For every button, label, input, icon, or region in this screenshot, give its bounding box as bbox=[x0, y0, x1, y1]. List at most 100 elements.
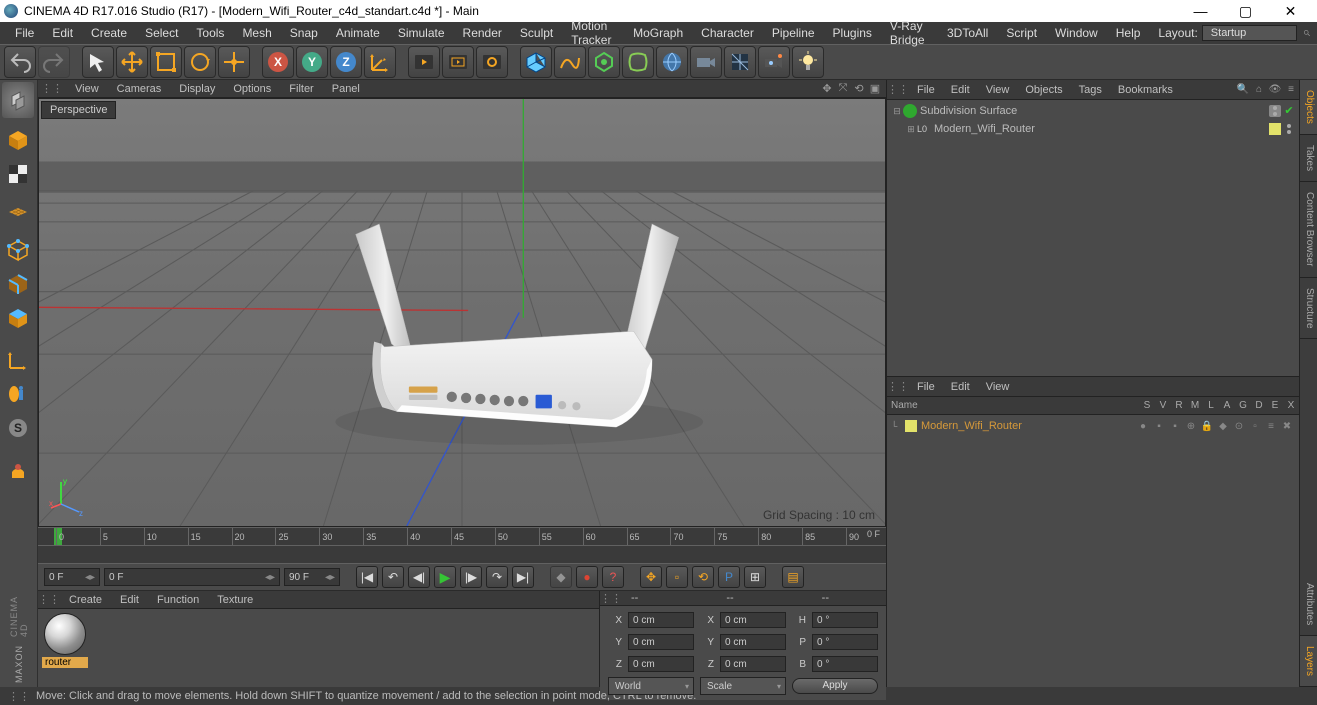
coord-system-tool[interactable] bbox=[364, 46, 396, 78]
vray-light-button[interactable] bbox=[792, 46, 824, 78]
menu-vray[interactable]: V-Ray Bridge bbox=[881, 17, 938, 49]
key-help-button[interactable]: ? bbox=[602, 566, 624, 588]
layer-toggle-a[interactable]: ◆ bbox=[1215, 421, 1231, 432]
goto-start-button[interactable]: |◀ bbox=[356, 566, 378, 588]
pos-x-field[interactable]: 0 cm bbox=[628, 612, 694, 628]
menu-mograph[interactable]: MoGraph bbox=[624, 24, 692, 42]
layer-toggle-m[interactable]: ⊕ bbox=[1183, 421, 1199, 432]
grip-icon[interactable]: ⋮⋮ bbox=[887, 380, 909, 393]
layer-toggle-d[interactable]: ▫ bbox=[1247, 421, 1263, 432]
layer-toggle-l[interactable]: 🔒 bbox=[1199, 421, 1215, 432]
prev-frame-button[interactable]: ◀| bbox=[408, 566, 430, 588]
layer-menu-file[interactable]: File bbox=[909, 380, 943, 394]
rotate-tool[interactable] bbox=[184, 46, 216, 78]
rot-p-field[interactable]: 0 ° bbox=[812, 634, 878, 650]
record-key-button[interactable]: ◆ bbox=[550, 566, 572, 588]
rot-b-field[interactable]: 0 ° bbox=[812, 656, 878, 672]
menu-select[interactable]: Select bbox=[136, 24, 187, 42]
vp-menu-options[interactable]: Options bbox=[224, 82, 280, 96]
tab-objects[interactable]: Objects bbox=[1300, 80, 1317, 135]
layer-col-e[interactable]: E bbox=[1267, 400, 1283, 411]
goto-end-button[interactable]: ▶| bbox=[512, 566, 534, 588]
menu-edit[interactable]: Edit bbox=[43, 24, 82, 42]
layer-toggle-s[interactable]: ● bbox=[1135, 421, 1151, 432]
object-name[interactable]: Modern_Wifi_Router bbox=[934, 123, 1269, 135]
menu-script[interactable]: Script bbox=[997, 24, 1046, 42]
layer-col-d[interactable]: D bbox=[1251, 400, 1267, 411]
points-mode-button[interactable] bbox=[2, 234, 34, 266]
expand-icon[interactable]: ⊞ bbox=[905, 124, 917, 135]
redo-button[interactable] bbox=[38, 46, 70, 78]
z-axis-lock[interactable]: Z bbox=[330, 46, 362, 78]
last-tool[interactable] bbox=[218, 46, 250, 78]
layer-expand-icon[interactable]: └ bbox=[891, 421, 905, 431]
menu-simulate[interactable]: Simulate bbox=[389, 24, 454, 42]
pos-z-field[interactable]: 0 cm bbox=[628, 656, 694, 672]
add-light-button[interactable] bbox=[724, 46, 756, 78]
tab-structure[interactable]: Structure bbox=[1300, 278, 1317, 340]
menu-mesh[interactable]: Mesh bbox=[233, 24, 280, 42]
layer-swatch-icon[interactable] bbox=[1269, 123, 1281, 135]
layer-menu-view[interactable]: View bbox=[978, 380, 1018, 394]
tab-layers[interactable]: Layers bbox=[1300, 636, 1317, 687]
object-name[interactable]: Subdivision Surface bbox=[920, 105, 1269, 117]
maximize-button[interactable]: ▢ bbox=[1223, 0, 1268, 22]
vp-menu-display[interactable]: Display bbox=[170, 82, 224, 96]
render-settings-button[interactable] bbox=[476, 46, 508, 78]
search-icon[interactable]: 🔍 bbox=[1235, 84, 1251, 95]
layer-color-swatch[interactable] bbox=[905, 420, 917, 432]
key-pla-button[interactable]: ⊞ bbox=[744, 566, 766, 588]
visibility-dots-icon[interactable] bbox=[1283, 123, 1295, 135]
material-item[interactable]: router bbox=[42, 613, 88, 683]
vray-camera-button[interactable] bbox=[758, 46, 790, 78]
layer-name[interactable]: Modern_Wifi_Router bbox=[921, 420, 1135, 432]
timeline-ruler[interactable]: 0 F 051015202530354045505560657075808590 bbox=[38, 527, 886, 545]
menu-file[interactable]: File bbox=[6, 24, 43, 42]
layer-col-v[interactable]: V bbox=[1155, 400, 1171, 411]
grip-icon[interactable]: ⋮⋮ bbox=[887, 83, 909, 96]
menu-animate[interactable]: Animate bbox=[327, 24, 389, 42]
menu-pipeline[interactable]: Pipeline bbox=[763, 24, 824, 42]
autokey-button[interactable]: ● bbox=[576, 566, 598, 588]
add-camera-button[interactable] bbox=[690, 46, 722, 78]
visibility-dots-icon[interactable] bbox=[1269, 105, 1281, 117]
key-rot-button[interactable]: ⟲ bbox=[692, 566, 714, 588]
workplane-mode-button[interactable] bbox=[2, 192, 34, 224]
render-check-icon[interactable]: ✔ bbox=[1283, 105, 1295, 117]
viewport-solo-button[interactable] bbox=[2, 378, 34, 410]
search-icon[interactable] bbox=[1303, 26, 1311, 40]
menu-snap[interactable]: Snap bbox=[281, 24, 327, 42]
layer-col-g[interactable]: G bbox=[1235, 400, 1251, 411]
tab-content-browser[interactable]: Content Browser bbox=[1300, 182, 1317, 277]
add-environment-button[interactable] bbox=[656, 46, 688, 78]
add-deformer-button[interactable] bbox=[622, 46, 654, 78]
menu-character[interactable]: Character bbox=[692, 24, 763, 42]
layer-toggle-r[interactable]: ▪ bbox=[1167, 421, 1183, 432]
size-x-field[interactable]: 0 cm bbox=[720, 612, 786, 628]
filter-icon[interactable]: ≡ bbox=[1283, 84, 1299, 95]
frame-slider[interactable]: 0 F◂▸ bbox=[104, 568, 280, 586]
live-select-tool[interactable] bbox=[82, 46, 114, 78]
timeline-ruler-2[interactable] bbox=[38, 545, 886, 563]
vp-zoom-icon[interactable]: ⤧ bbox=[836, 82, 850, 95]
menu-window[interactable]: Window bbox=[1046, 24, 1107, 42]
vp-pan-icon[interactable]: ✥ bbox=[820, 82, 834, 95]
obj-menu-edit[interactable]: Edit bbox=[943, 83, 978, 97]
layer-col-a[interactable]: A bbox=[1219, 400, 1235, 411]
eye-icon[interactable]: 👁 bbox=[1267, 84, 1283, 95]
size-y-field[interactable]: 0 cm bbox=[720, 634, 786, 650]
menu-tools[interactable]: Tools bbox=[187, 24, 233, 42]
render-view-button[interactable] bbox=[408, 46, 440, 78]
vp-menu-filter[interactable]: Filter bbox=[280, 82, 322, 96]
grip-icon[interactable]: ⋮⋮ bbox=[38, 593, 60, 606]
layer-toggle-g[interactable]: ⊙ bbox=[1231, 421, 1247, 432]
x-axis-lock[interactable]: X bbox=[262, 46, 294, 78]
key-scale-button[interactable]: ▫ bbox=[666, 566, 688, 588]
frame-start-field[interactable]: 0 F◂▸ bbox=[44, 568, 100, 586]
obj-menu-tags[interactable]: Tags bbox=[1071, 83, 1110, 97]
size-z-field[interactable]: 0 cm bbox=[720, 656, 786, 672]
play-button[interactable]: ▶ bbox=[434, 566, 456, 588]
tab-attributes[interactable]: Attributes bbox=[1300, 573, 1317, 636]
menu-render[interactable]: Render bbox=[454, 24, 511, 42]
object-tree-row[interactable]: ⊟ Subdivision Surface ✔ bbox=[887, 102, 1299, 120]
